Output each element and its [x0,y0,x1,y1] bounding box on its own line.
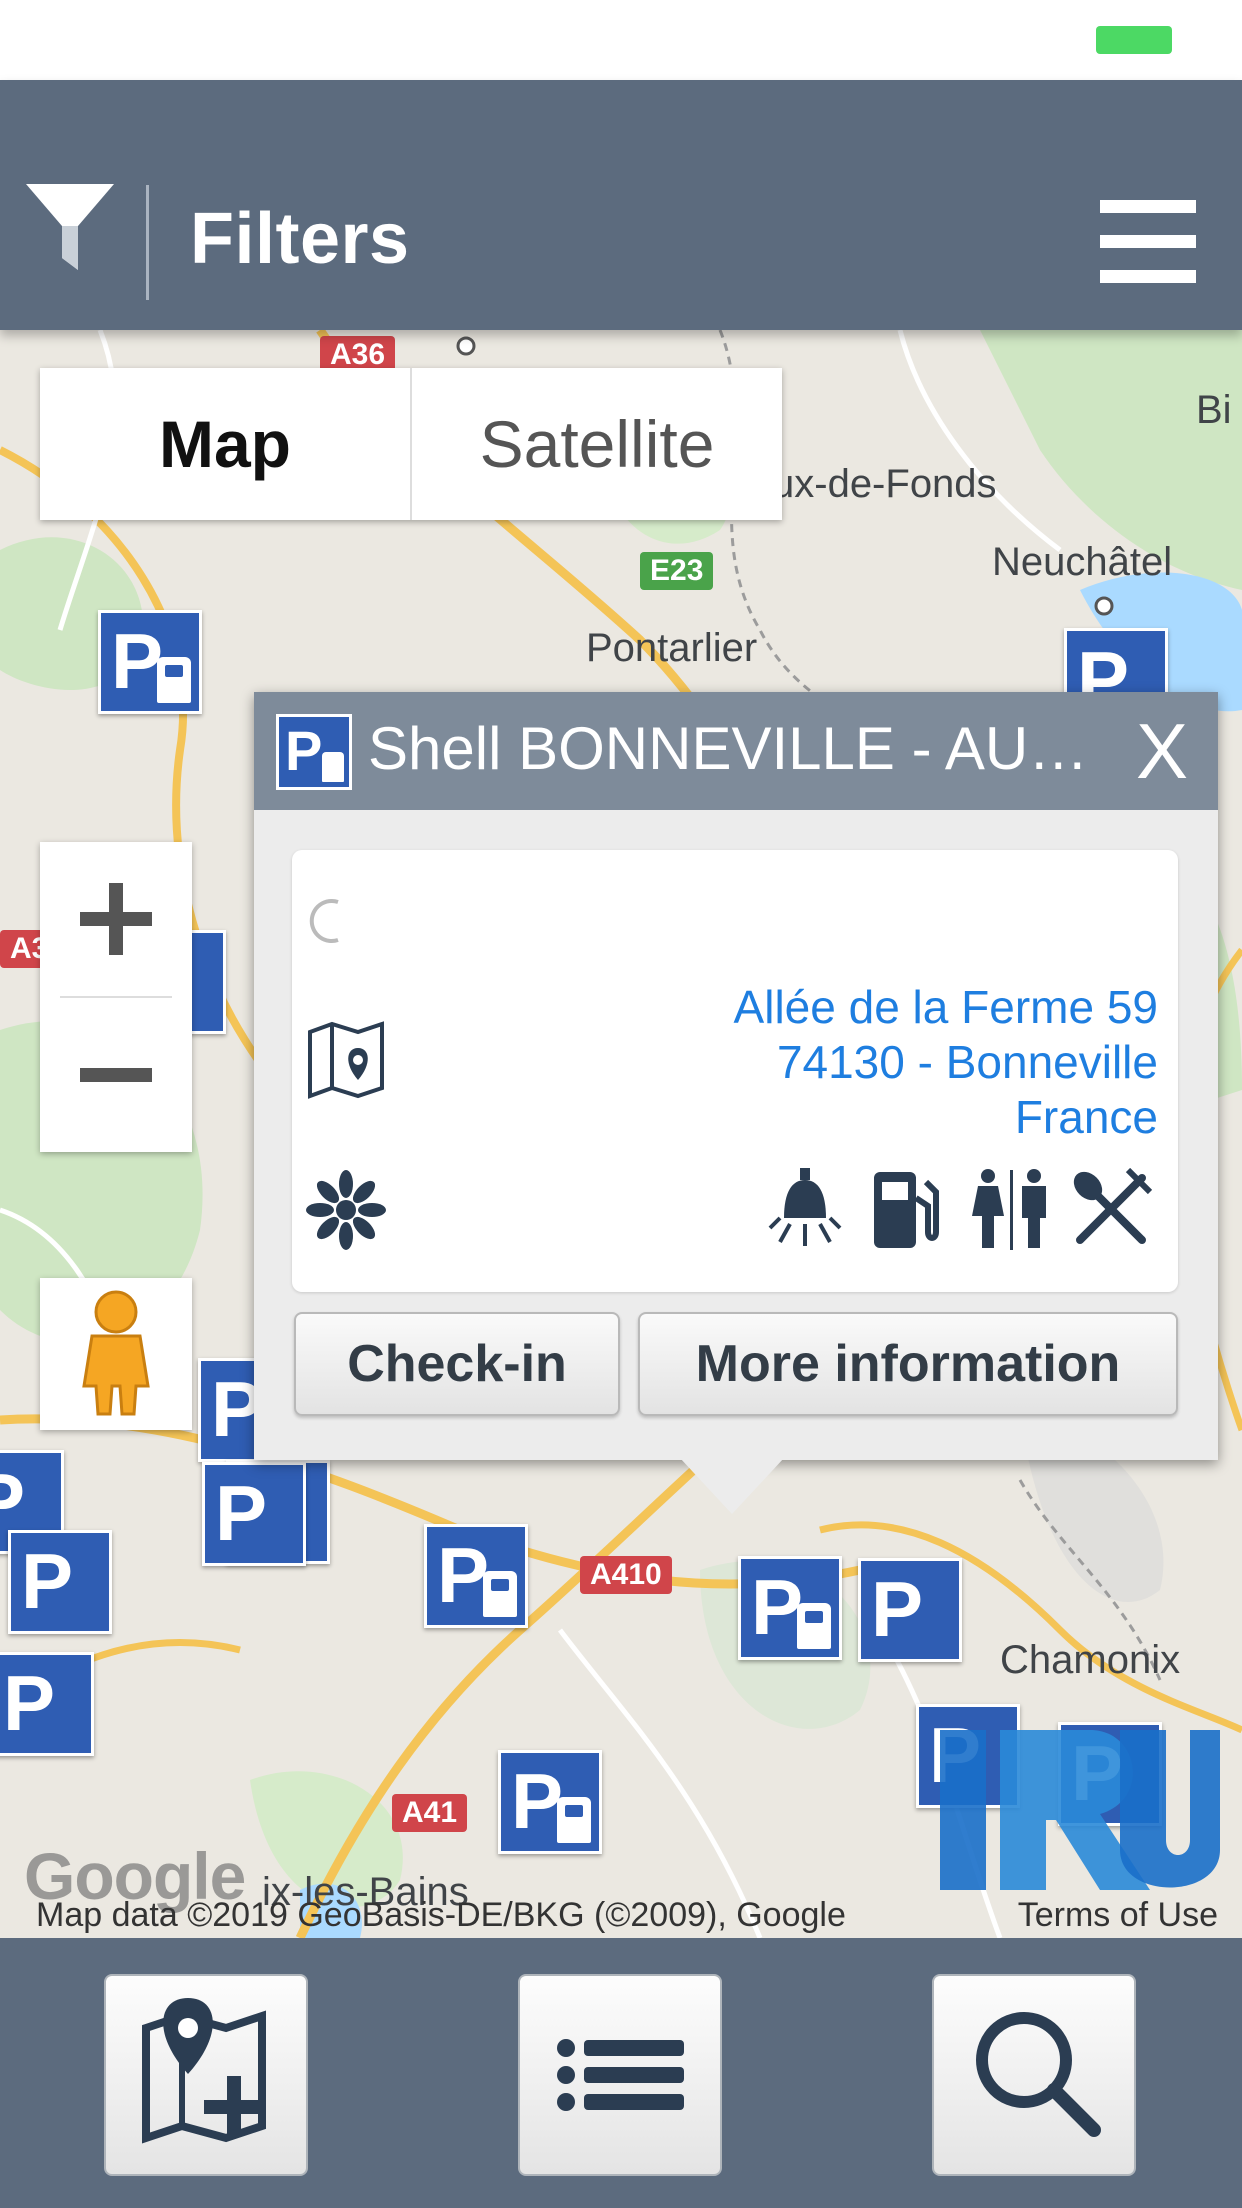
menu-line-icon [1100,270,1196,283]
zoom-controls [40,842,192,1152]
fuel-pump-icon [874,1172,939,1248]
parking-fuel-marker[interactable]: P [98,610,202,714]
city-label: Neuchâtel [992,540,1173,584]
parking-fuel-marker-selected[interactable]: P [738,1556,842,1660]
zoom-in-button[interactable] [40,842,192,996]
flower-icon [306,1170,386,1250]
search-icon [976,2012,1101,2137]
address-street: Allée de la Ferme 59 [733,981,1158,1033]
search-button[interactable] [932,1974,1136,2176]
popup-pointer [680,1458,784,1514]
road-badge: A410 [580,1556,672,1594]
road-badge: A41 [392,1794,468,1832]
menu-line-icon [1100,200,1196,213]
menu-line-icon [1100,235,1196,248]
plus-icon [80,883,152,955]
fuel-pump-icon [157,657,191,703]
map-add-location-icon [142,1998,266,2144]
city-label: Pontarlier [586,626,758,670]
map-type-toggle: Map Satellite [40,368,782,520]
page-title[interactable]: Filters [190,198,410,280]
list-view-button[interactable] [518,1974,722,2176]
fuel-pump-icon [557,1797,591,1843]
fuel-pump-icon [483,1571,517,1617]
parking-marker[interactable]: P [8,1530,112,1634]
toilets-icon [972,1169,1046,1250]
restaurant-icon [1073,1168,1152,1244]
street-view-pegman-button[interactable] [40,1278,192,1430]
header-divider [146,185,149,300]
station-address-link[interactable]: Allée de la Ferme 59 74130 - Bonneville … [734,980,1158,1145]
map-location-icon [308,1021,384,1099]
address-city: 74130 - Bonneville [776,1036,1158,1088]
map-type-map-option[interactable]: Map [40,368,410,520]
map-attribution: Map data ©2019 GeoBasis-DE/BKG (©2009), … [0,1896,1242,1938]
bottom-toolbar [0,1938,1242,2208]
map-type-satellite-option[interactable]: Satellite [410,368,782,520]
parking-fuel-marker[interactable]: P [424,1524,528,1628]
status-bar [0,0,1242,82]
parking-marker[interactable]: P [858,1558,962,1662]
light-icon [768,1168,842,1246]
popup-title: Shell BONNEVILLE - AUT ... [368,715,1098,782]
battery-icon [1096,26,1172,54]
add-location-button[interactable] [104,1974,308,2176]
city-label: Bi [1196,388,1232,432]
parking-marker[interactable]: P [202,1462,306,1566]
parking-fuel-marker[interactable]: P [498,1750,602,1854]
station-info-popup: P Shell BONNEVILLE - AUT ... X Allée de … [254,692,1218,1460]
road-badge: E23 [640,552,714,590]
iru-logo [940,1730,1220,1890]
minus-icon [80,1068,152,1082]
hamburger-menu-button[interactable] [1100,200,1196,284]
terms-of-use-link[interactable]: Terms of Use [1018,1896,1218,1935]
check-in-button[interactable]: Check-in [294,1312,620,1416]
loading-spinner-icon [309,899,339,943]
popup-header: P Shell BONNEVILLE - AUT ... X [254,692,1218,810]
map-data-attribution: Map data ©2019 GeoBasis-DE/BKG (©2009), … [36,1896,846,1934]
filter-button[interactable] [24,180,116,280]
parking-fuel-icon: P [276,714,352,790]
address-country: France [1014,1091,1158,1143]
list-icon [557,2039,684,2111]
station-details-card: Allée de la Ferme 59 74130 - Bonneville … [292,850,1178,1292]
city-label: Chamonix [1000,1638,1181,1682]
parking-marker[interactable]: P [0,1652,94,1756]
pegman-icon [82,1290,150,1416]
more-information-button[interactable]: More information [638,1312,1178,1416]
fuel-pump-icon [797,1603,831,1649]
popup-close-button[interactable]: X [1136,706,1188,796]
filter-icon [26,184,114,270]
zoom-out-button[interactable] [40,998,192,1152]
top-app-bar: Filters [0,80,1242,330]
city-label: ux-de-Fonds [772,462,997,506]
